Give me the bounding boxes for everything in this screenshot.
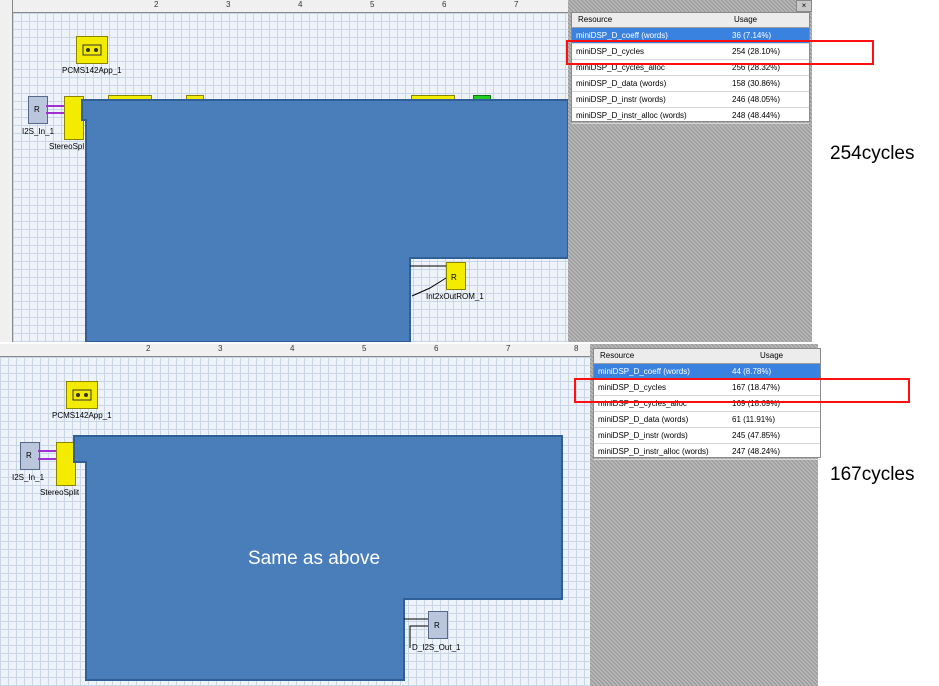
resource-row[interactable]: miniDSP_D_instr_alloc (words) 247 (48.24%… <box>594 444 820 460</box>
redaction-overlay <box>81 99 568 342</box>
top-highlight-box <box>566 40 874 65</box>
column-usage[interactable]: Usage <box>734 13 757 27</box>
resource-header: Resource Usage <box>572 13 809 28</box>
resource-row[interactable]: miniDSP_D_data (words) 158 (30.86%) <box>572 76 809 92</box>
column-resource[interactable]: Resource <box>578 13 612 27</box>
redaction-overlay <box>73 435 563 681</box>
register-icon: R <box>434 621 440 630</box>
i2s-out-block[interactable]: R <box>428 611 448 639</box>
column-resource[interactable]: Resource <box>600 349 634 363</box>
top-resource-panel: Resource Usage miniDSP_D_coeff (words) 36… <box>571 12 810 124</box>
bottom-designer: 2 3 4 5 6 7 8 PCMS142App_1 R I2S_In_1 St… <box>0 344 590 686</box>
int-out-rom-label: Int2xOutROM_1 <box>426 292 484 301</box>
i2s-out-label: D_I2S_Out_1 <box>412 643 461 652</box>
column-usage[interactable]: Usage <box>760 349 783 363</box>
resource-row[interactable]: miniDSP_D_data (words) 61 (11.91%) <box>594 412 820 428</box>
resource-row[interactable]: miniDSP_D_instr (words) 245 (47.85%) <box>594 428 820 444</box>
bottom-highlight-box <box>574 378 910 403</box>
resource-row[interactable]: miniDSP_D_instr (words) 246 (48.05%) <box>572 92 809 108</box>
resource-header: Resource Usage <box>594 349 820 364</box>
register-icon: R <box>451 273 457 282</box>
int-out-rom-block[interactable]: R <box>446 262 466 290</box>
overlay-caption: Same as above <box>248 548 381 569</box>
top-designer: 2 3 4 5 6 7 PCMS142App_1 R I2S_In_1 Ster… <box>0 0 568 342</box>
resource-row[interactable]: miniDSP_D_instr_alloc (words) 248 (48.44%… <box>572 108 809 124</box>
bottom-cycles-note: 167cycles <box>830 464 915 485</box>
panel-close-button[interactable]: × <box>796 0 812 12</box>
bottom-resource-panel: Resource Usage miniDSP_D_coeff (words) 44… <box>593 348 821 460</box>
top-cycles-note: 254cycles <box>830 143 915 164</box>
